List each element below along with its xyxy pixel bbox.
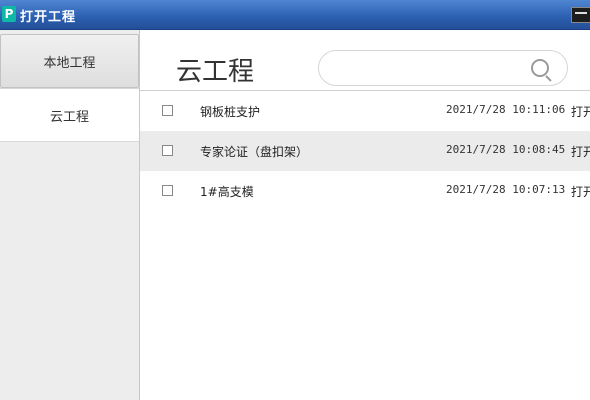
sidebar: 本地工程 云工程: [0, 30, 140, 400]
sidebar-item-label: 云工程: [49, 109, 89, 125]
project-name: 钢板桩支护: [200, 105, 261, 119]
open-link[interactable]: 打开: [571, 183, 590, 200]
open-link[interactable]: 打开: [571, 143, 590, 160]
project-name: 1#高支模: [200, 185, 254, 199]
search-icon[interactable]: [531, 59, 549, 77]
project-list: 钢板桩支护 2021/7/28 10:11:06 打开 专家论证（盘扣架） 20…: [140, 91, 590, 211]
search-input[interactable]: [331, 57, 525, 79]
list-item[interactable]: 钢板桩支护 2021/7/28 10:11:06 打开: [140, 91, 590, 131]
sidebar-item-cloud-projects[interactable]: 云工程: [0, 88, 139, 142]
row-checkbox[interactable]: [162, 105, 173, 116]
list-item[interactable]: 专家论证（盘扣架） 2021/7/28 10:08:45 打开: [140, 131, 590, 171]
project-time: 2021/7/28 10:08:45: [446, 143, 566, 156]
sidebar-item-local-projects[interactable]: 本地工程: [0, 34, 139, 88]
list-item[interactable]: 1#高支模 2021/7/28 10:07:13 打开: [140, 171, 590, 211]
project-name: 专家论证（盘扣架）: [200, 145, 309, 159]
search-box[interactable]: [318, 50, 568, 86]
project-time: 2021/7/28 10:07:13: [446, 183, 566, 196]
open-link[interactable]: 打开: [571, 103, 590, 120]
window-title: 打开工程: [20, 10, 77, 25]
main-panel: 云工程 钢板桩支护 2021/7/28 10:11:06 打开 专家论证（盘扣架…: [140, 30, 590, 400]
page-title: 云工程: [176, 57, 255, 87]
row-checkbox[interactable]: [162, 185, 173, 196]
app-icon: P: [2, 6, 16, 22]
row-checkbox[interactable]: [162, 145, 173, 156]
project-time: 2021/7/28 10:11:06: [446, 103, 566, 116]
sidebar-item-label: 本地工程: [43, 55, 96, 71]
window-titlebar: P 打开工程: [0, 0, 590, 30]
minimize-button[interactable]: [571, 7, 590, 23]
